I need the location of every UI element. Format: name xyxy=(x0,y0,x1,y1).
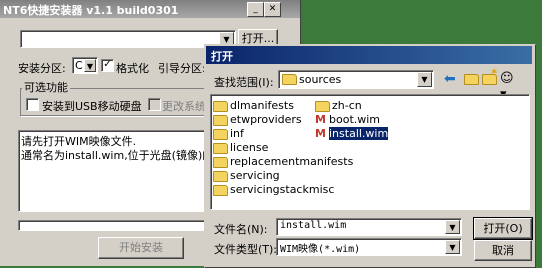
minimize-button[interactable]: _ xyxy=(247,2,264,17)
up-folder-icon[interactable] xyxy=(463,71,479,87)
file-name: zh-cn xyxy=(332,99,362,112)
new-folder-icon[interactable]: ✶ xyxy=(481,67,498,87)
file-item[interactable]: servicingstackmisc xyxy=(213,183,353,197)
install-partition-select[interactable]: C ▼ xyxy=(72,57,98,74)
filename-label: 文件名(N): xyxy=(214,223,268,236)
file-list[interactable]: dlmanifests etwproviders inf license replace… xyxy=(210,94,530,210)
dialog-open-button[interactable]: 打开(O) xyxy=(473,217,533,240)
dialog-cancel-button[interactable]: 取消 xyxy=(474,240,532,261)
file-name: inf xyxy=(230,127,244,140)
file-name: servicing xyxy=(230,169,280,182)
change-system-checkbox[interactable] xyxy=(148,98,161,111)
chevron-down-icon[interactable]: ▼ xyxy=(445,240,460,254)
close-button[interactable]: ✕ xyxy=(264,2,281,17)
folder-icon xyxy=(213,128,228,140)
usb-install-label: 安装到USB移动硬盘 xyxy=(42,100,142,113)
file-item[interactable]: Minstall.wim xyxy=(315,127,389,141)
filetype-label: 文件类型(T): xyxy=(214,243,278,256)
log-line-2: 通常名为install.wim,位于光盘(镜像)的sources xyxy=(21,149,205,162)
file-name: servicingstackmisc xyxy=(230,183,335,196)
chevron-down-icon[interactable]: ▼ xyxy=(417,72,432,87)
folder-icon xyxy=(213,142,228,154)
file-item[interactable]: Mboot.wim xyxy=(315,113,388,127)
folder-icon xyxy=(213,156,228,168)
file-name: install.wim xyxy=(329,127,389,140)
usb-install-checkbox[interactable] xyxy=(26,98,39,111)
folder-icon xyxy=(213,100,228,112)
folder-icon xyxy=(213,170,228,182)
dialog-title: 打开 xyxy=(211,50,233,63)
folder-icon xyxy=(213,184,228,196)
file-name: etwproviders xyxy=(230,113,302,126)
folder-icon xyxy=(213,114,228,126)
dialog-titlebar[interactable] xyxy=(206,46,532,64)
folder-icon xyxy=(282,74,297,85)
back-arrow-icon[interactable]: ⬅ xyxy=(444,71,460,87)
file-name: dlmanifests xyxy=(230,99,294,112)
filetype-value: WIM映像(*.wim) xyxy=(280,244,361,255)
chevron-down-icon[interactable]: ▼ xyxy=(84,59,96,72)
installer-title: NT6快捷安装器 v1.1 build0301 xyxy=(3,4,179,17)
look-in-label: 查找范围(I): xyxy=(214,76,274,89)
look-in-combo[interactable]: sources ▼ xyxy=(278,70,434,89)
file-name: replacementmanifests xyxy=(230,155,354,168)
format-label: 格式化 xyxy=(116,62,149,75)
change-system-label: 更改系统占 xyxy=(162,100,204,113)
file-item[interactable]: servicing xyxy=(213,169,353,183)
file-item[interactable]: license xyxy=(213,141,353,155)
progress-bar xyxy=(18,220,206,231)
look-in-value: sources xyxy=(299,73,342,86)
format-checkbox[interactable]: ✓ xyxy=(101,59,114,72)
file-item[interactable]: replacementmanifests xyxy=(213,155,353,169)
install-partition-label: 安装分区: xyxy=(18,62,66,75)
file-name: boot.wim xyxy=(329,113,381,126)
wim-file-icon: M xyxy=(315,113,326,126)
start-install-button[interactable]: 开始安装 xyxy=(98,237,184,259)
filename-combo[interactable]: install.wim ▼ xyxy=(276,218,462,236)
log-textbox[interactable]: 请先打开WIM映像文件. 通常名为install.wim,位于光盘(镜像)的so… xyxy=(18,130,206,212)
install-partition-value: C xyxy=(75,59,83,72)
view-menu-icon[interactable]: ☺▾ xyxy=(500,71,516,102)
options-group-label: 可选功能 xyxy=(22,79,70,95)
filetype-select[interactable]: WIM映像(*.wim) ▼ xyxy=(276,238,462,256)
chevron-down-icon[interactable]: ▼ xyxy=(445,220,460,234)
file-name: license xyxy=(230,141,269,154)
file-item[interactable]: zh-cn xyxy=(315,99,388,113)
folder-icon xyxy=(315,100,330,112)
wim-file-icon: M xyxy=(315,127,326,140)
filename-value: install.wim xyxy=(280,220,347,231)
boot-partition-label: 引导分区: xyxy=(158,62,206,75)
